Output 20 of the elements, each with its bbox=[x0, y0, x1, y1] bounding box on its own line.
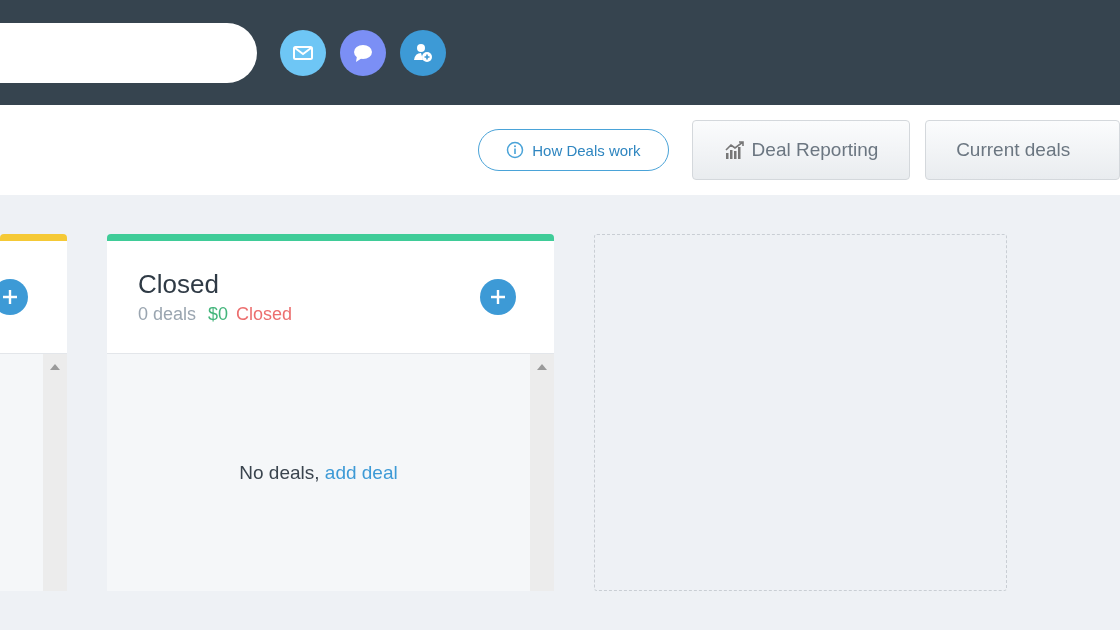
chat-icon[interactable] bbox=[340, 29, 386, 76]
mail-icon[interactable] bbox=[280, 29, 326, 76]
info-icon bbox=[506, 141, 525, 159]
deal-reporting-button[interactable]: Deal Reporting bbox=[691, 120, 911, 180]
add-user-icon[interactable] bbox=[400, 29, 446, 76]
empty-message: No deals, bbox=[239, 462, 320, 483]
plus-icon bbox=[0, 287, 20, 307]
deal-count: 0 deals bbox=[138, 304, 197, 325]
chart-icon bbox=[723, 140, 746, 160]
search-field[interactable] bbox=[0, 22, 257, 83]
add-button[interactable] bbox=[0, 279, 28, 315]
stage-title: Closed bbox=[138, 269, 220, 300]
scrollbar[interactable] bbox=[43, 354, 67, 591]
scrollbar[interactable] bbox=[530, 354, 554, 591]
add-button[interactable] bbox=[480, 279, 516, 315]
plus-icon bbox=[488, 287, 508, 307]
amount-label: Closed bbox=[236, 304, 293, 325]
deal-amount: $0 bbox=[208, 304, 229, 325]
add-deal-link[interactable]: add deal bbox=[324, 462, 398, 483]
view-select[interactable]: Current deals bbox=[925, 120, 1120, 180]
